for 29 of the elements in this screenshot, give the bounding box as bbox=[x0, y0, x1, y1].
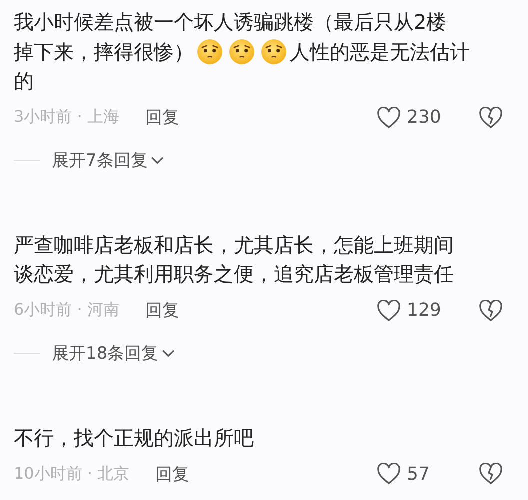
comment-time-location: 6小时前 · 河南 bbox=[14, 300, 120, 321]
reply-button[interactable]: 回复 bbox=[145, 299, 180, 322]
comment-text: 掉下来，摔得很惨） bbox=[14, 38, 194, 66]
emoji-icon bbox=[261, 39, 287, 66]
reply-button[interactable]: 回复 bbox=[145, 106, 180, 129]
comment-text: 的 bbox=[14, 68, 34, 95]
like-heart-icon[interactable] bbox=[377, 300, 401, 322]
comment-text: 人性的恶是无法估计 bbox=[290, 38, 470, 66]
comment-text: 不行，找个正规的派出所吧 bbox=[14, 424, 254, 452]
emoji-icon bbox=[197, 39, 223, 66]
like-heart-icon[interactable] bbox=[377, 106, 401, 128]
comment-time-location: 3小时前 · 上海 bbox=[14, 107, 120, 128]
broken-heart-icon[interactable] bbox=[479, 463, 503, 485]
like-count: 230 bbox=[407, 107, 442, 128]
broken-heart-icon[interactable] bbox=[479, 106, 503, 128]
emoji-icon bbox=[229, 39, 255, 66]
chevron-down-icon bbox=[150, 156, 164, 165]
chevron-down-icon bbox=[162, 349, 175, 358]
comment-time-location: 10小时前 · 北京 bbox=[14, 464, 130, 484]
comment-text: 谈恋爱，尤其利用职务之便，追究店老板管理责任 bbox=[14, 261, 454, 288]
comment-text: 严查咖啡店老板和店长，尤其店长，怎能上班期间 bbox=[14, 232, 454, 258]
expand-replies-button[interactable]: 展开18条回复 bbox=[52, 342, 175, 365]
reply-button[interactable]: 回复 bbox=[156, 462, 190, 486]
broken-heart-icon[interactable] bbox=[479, 300, 503, 322]
comment-text: 我小时候差点被一个坏人诱骗跳楼（最后只从2楼 bbox=[14, 9, 447, 36]
like-count: 129 bbox=[407, 300, 442, 321]
expand-replies-button[interactable]: 展开7条回复 bbox=[52, 149, 164, 172]
like-heart-icon[interactable] bbox=[377, 463, 401, 485]
like-count: 57 bbox=[407, 464, 431, 484]
